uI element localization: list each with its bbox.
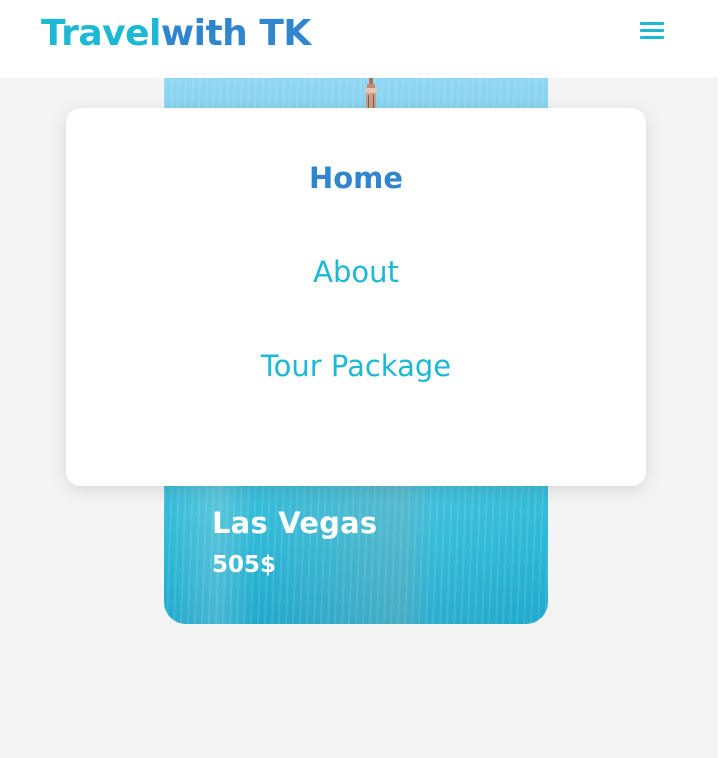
- nav-dropdown: Home About Tour Package: [66, 108, 646, 486]
- hamburger-line-middle: [640, 29, 664, 32]
- hamburger-line-bottom: [640, 36, 664, 39]
- nav-item-home[interactable]: Home: [66, 158, 646, 198]
- header-bar: Travelwith TK: [0, 0, 718, 78]
- brand-part-with-tk: with TK: [160, 13, 311, 54]
- nav-item-tour-package[interactable]: Tour Package: [66, 346, 646, 386]
- nav-item-about[interactable]: About: [66, 252, 646, 292]
- card-price: 505$: [212, 552, 277, 578]
- brand-part-travel: Travel: [41, 13, 161, 54]
- hamburger-menu-icon[interactable]: [638, 20, 666, 42]
- hamburger-line-top: [640, 22, 664, 25]
- card-title: Las Vegas: [212, 506, 378, 540]
- tower-image: [365, 78, 377, 108]
- site-logo[interactable]: Travelwith TK: [41, 12, 311, 56]
